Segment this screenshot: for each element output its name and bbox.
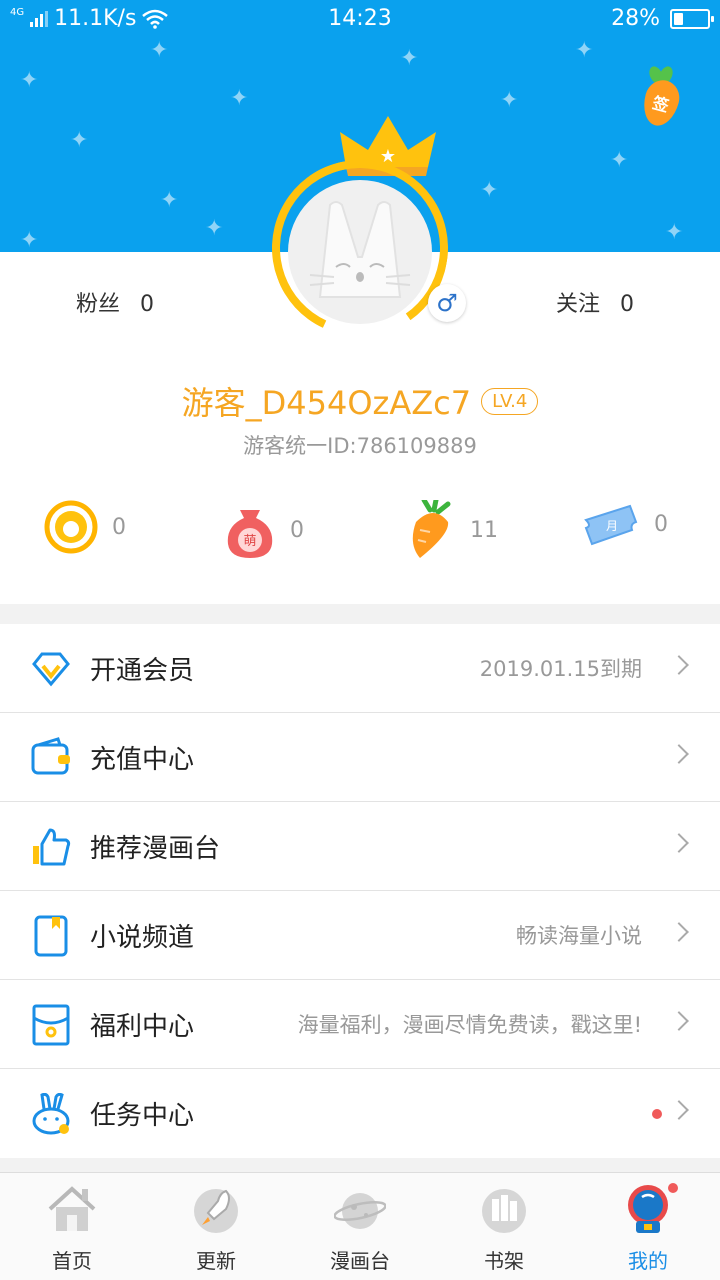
menu-label: 福利中心 <box>90 1011 195 1042</box>
chevron-right-icon <box>669 744 689 764</box>
fans-label: 粉丝 <box>76 292 121 317</box>
nav-bookshelf[interactable]: 书架 <box>432 1173 576 1280</box>
menu-label: 充值中心 <box>90 744 195 775</box>
meng-label: 萌 <box>243 534 256 549</box>
rabbit-avatar-icon <box>288 180 432 324</box>
chevron-right-icon <box>669 1100 689 1120</box>
fans-count: 0 <box>140 292 155 317</box>
chevron-right-icon <box>669 655 689 675</box>
vip-diamond-icon <box>32 652 70 687</box>
ticket-value: 0 <box>654 511 668 537</box>
sparkle-icon: ✦ <box>20 228 39 252</box>
sparkle-icon: ✦ <box>610 148 629 173</box>
menu-welfare[interactable]: 福利中心 海量福利，漫画尽情免费读，戳这里! <box>0 980 720 1069</box>
menu-hint: 海量福利，漫画尽情免费读，戳这里! <box>297 1013 642 1037</box>
carrot-icon <box>412 500 451 558</box>
nav-comic-platform[interactable]: 漫画台 <box>288 1173 432 1280</box>
chevron-right-icon <box>669 922 689 942</box>
sparkle-icon: ✦ <box>160 188 179 213</box>
bookshelf-icon <box>482 1189 526 1233</box>
planet-icon <box>334 1193 386 1229</box>
menu-vip[interactable]: 开通会员 2019.01.15到期 <box>0 624 720 713</box>
book-icon <box>34 915 68 957</box>
username-row: 游客_D454OzAZc7 LV.4 <box>0 378 720 424</box>
status-bar: 4G 11.1K/s 14:23 28% <box>0 0 720 38</box>
coin-icon <box>44 500 98 554</box>
fans-stat[interactable]: 粉丝 0 <box>76 286 154 318</box>
chevron-right-icon <box>669 1011 689 1031</box>
nav-update[interactable]: 更新 <box>144 1173 288 1280</box>
asset-ticket[interactable]: 月 0 <box>582 500 668 548</box>
menu-novel[interactable]: 小说频道 畅读海量小说 <box>0 891 720 980</box>
nav-label: 书架 <box>484 1249 524 1273</box>
follow-label: 关注 <box>556 292 601 317</box>
menu-label: 开通会员 <box>90 655 195 686</box>
nav-label: 我的 <box>628 1249 668 1273</box>
sparkle-icon: ✦ <box>400 46 419 71</box>
menu-recommend[interactable]: 推荐漫画台 <box>0 802 720 891</box>
user-id: 游客统一ID:786109889 <box>243 434 477 458</box>
ticket-label: 月 <box>606 519 618 533</box>
sparkle-icon: ✦ <box>205 216 224 241</box>
asset-coin[interactable]: 0 <box>44 500 126 554</box>
asset-row: 0 萌 0 11 月 0 <box>0 500 720 580</box>
male-icon: ♂ <box>428 284 466 322</box>
nav-home[interactable]: 首页 <box>0 1173 144 1280</box>
rocket-icon <box>194 1189 238 1233</box>
sparkle-icon: ✦ <box>20 68 39 93</box>
battery-icon <box>670 8 714 29</box>
nav-label: 首页 <box>52 1249 92 1273</box>
level-badge: LV.4 <box>481 387 539 415</box>
sparkle-icon: ✦ <box>500 88 519 113</box>
username: 游客_D454OzAZc7 <box>181 384 472 422</box>
astronaut-icon <box>628 1185 668 1233</box>
notification-dot <box>652 1109 662 1119</box>
wallet-icon <box>31 737 70 775</box>
envelope-icon <box>32 1004 70 1046</box>
carrot-value: 11 <box>470 517 498 543</box>
menu-label: 小说频道 <box>90 922 195 953</box>
menu-recharge[interactable]: 充值中心 <box>0 713 720 802</box>
menu-task[interactable]: 任务中心 <box>0 1069 720 1158</box>
bottom-nav: 首页 更新 漫画台 书架 我的 <box>0 1172 720 1280</box>
battery-percent: 28% <box>611 6 660 31</box>
asset-meng[interactable]: 萌 0 <box>224 500 304 560</box>
sparkle-icon: ✦ <box>150 38 169 63</box>
daily-sign-in-button[interactable]: 签 <box>638 64 684 130</box>
asset-carrot[interactable]: 11 <box>406 500 498 560</box>
menu-label: 推荐漫画台 <box>90 833 221 864</box>
avatar[interactable] <box>247 135 473 361</box>
menu-label: 任务中心 <box>90 1101 195 1131</box>
thumbs-up-icon <box>33 828 71 866</box>
monthly-ticket-icon: 月 <box>584 504 638 546</box>
nav-label: 漫画台 <box>330 1249 390 1273</box>
sparkle-icon: ✦ <box>70 128 89 153</box>
menu-hint: 2019.01.15到期 <box>479 657 642 681</box>
sparkle-icon: ✦ <box>575 38 594 63</box>
follow-stat[interactable]: 关注 0 <box>556 286 634 318</box>
menu-hint: 畅读海量小说 <box>516 924 642 948</box>
sparkle-icon: ✦ <box>230 86 249 111</box>
nav-mine[interactable]: 我的 <box>576 1173 720 1280</box>
home-icon <box>48 1186 96 1231</box>
nav-label: 更新 <box>196 1249 236 1273</box>
notification-dot <box>668 1183 678 1193</box>
sparkle-icon: ✦ <box>665 220 684 245</box>
follow-count: 0 <box>620 292 635 317</box>
sign-in-label: 签 <box>638 76 684 130</box>
rabbit-task-icon <box>32 1093 70 1135</box>
chevron-right-icon <box>669 833 689 853</box>
meng-value: 0 <box>290 517 304 543</box>
meng-bag-icon: 萌 <box>227 510 273 558</box>
settings-menu: 开通会员 2019.01.15到期 充值中心 推荐漫画台 小说频道 畅读海量小说 <box>0 624 720 1158</box>
sparkle-icon: ✦ <box>480 178 499 203</box>
coin-value: 0 <box>112 514 126 540</box>
